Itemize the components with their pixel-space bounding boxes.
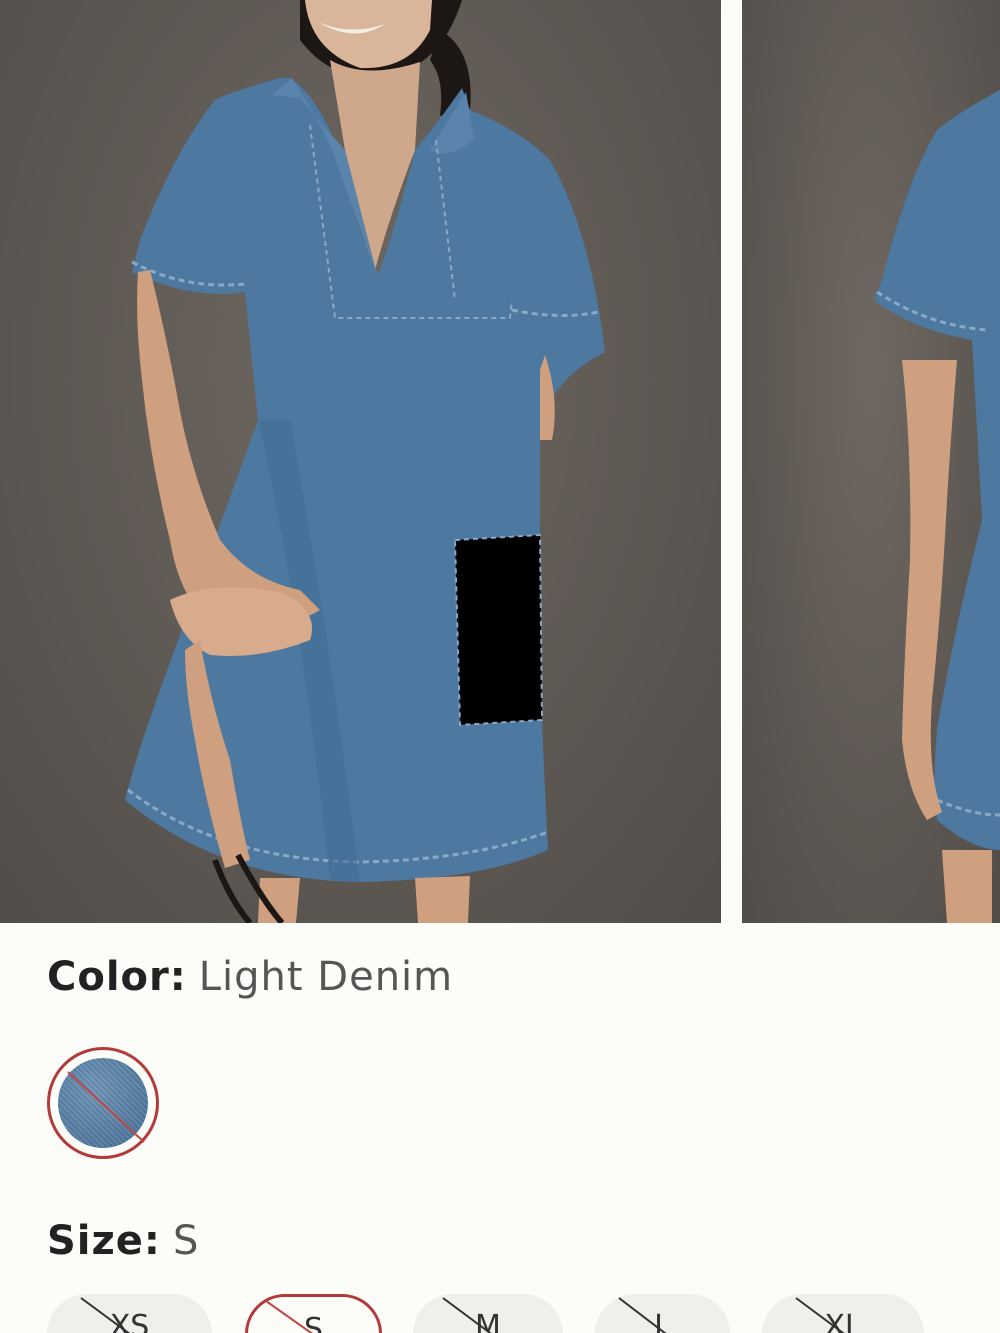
unavailable-slash-icon [80,1297,131,1333]
swatch-light-denim[interactable] [47,1047,159,1159]
product-image-carousel[interactable] [0,0,1000,923]
size-option-xl[interactable]: XL [762,1294,924,1333]
unavailable-slash-icon [618,1297,667,1333]
size-option-l[interactable]: L [595,1294,730,1333]
size-option-m[interactable]: M [413,1294,563,1333]
unavailable-slash-icon [67,1071,145,1143]
color-value: Light Denim [198,954,454,1000]
color-selection-heading: Color: Light Denim [47,952,453,1002]
size-options: XS S M L XL [0,1294,1000,1333]
product-page: Color: Light Denim Size: S XS S M L XL [0,0,1000,1333]
denim-dress-front-illustration [125,0,605,923]
unavailable-slash-icon [795,1297,845,1333]
size-option-s[interactable]: S [245,1294,382,1333]
color-label: Color: [47,954,187,1000]
size-label: Size: [47,1218,161,1264]
size-selection-heading: Size: S [47,1216,199,1266]
product-photo-back[interactable] [742,0,1000,923]
size-option-xs[interactable]: XS [47,1294,212,1333]
unavailable-slash-icon [265,1300,313,1333]
size-value: S [172,1218,200,1264]
product-photo-front[interactable] [0,0,721,923]
denim-dress-back-illustration [874,90,1000,923]
unavailable-slash-icon [442,1297,492,1333]
